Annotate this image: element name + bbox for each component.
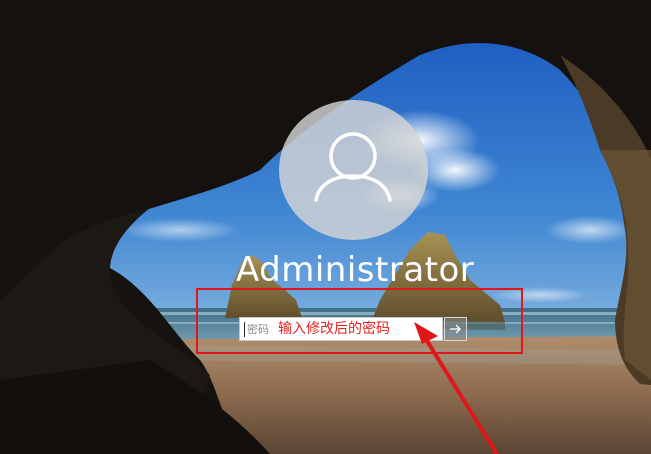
user-silhouette-icon	[314, 132, 392, 202]
password-annotation-text: 输入修改后的密码	[278, 321, 390, 337]
submit-button[interactable]	[444, 317, 467, 341]
password-placeholder: 密码	[247, 323, 269, 336]
arrow-right-icon	[450, 324, 461, 334]
user-avatar	[279, 100, 428, 240]
password-row: 密码 输入修改后的密码	[239, 317, 467, 341]
password-input[interactable]: 密码 输入修改后的密码	[239, 317, 443, 341]
username-label: Administrator	[236, 250, 475, 290]
text-caret	[244, 322, 245, 337]
